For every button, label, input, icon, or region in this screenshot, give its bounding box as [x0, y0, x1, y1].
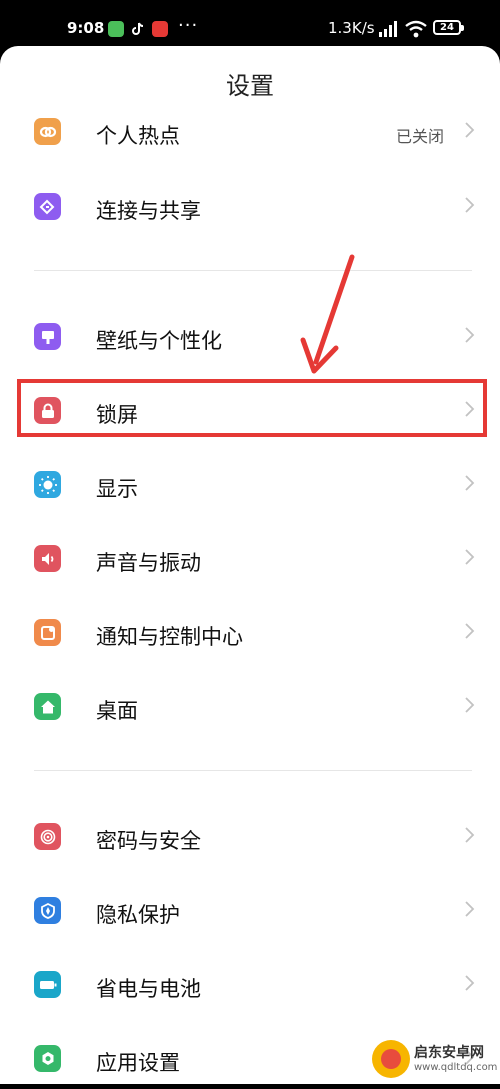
settings-item-display[interactable]: 显示	[0, 455, 500, 515]
settings-item-label: 声音与振动	[96, 551, 201, 575]
chevron-right-icon	[465, 623, 475, 639]
settings-item-label: 个人热点	[96, 124, 180, 148]
settings-item-label: 密码与安全	[96, 829, 201, 853]
wifi-icon	[405, 20, 427, 38]
chevron-right-icon	[465, 549, 475, 565]
settings-item-password-security[interactable]: 密码与安全	[0, 807, 500, 867]
watermark-text: 启东安卓网	[414, 1045, 484, 1061]
chevron-right-icon	[465, 697, 475, 713]
connection-share-icon	[34, 193, 61, 220]
network-speed: 1.3K/s	[328, 19, 375, 37]
chevron-right-icon	[465, 901, 475, 917]
more-notifications-icon: ···	[178, 15, 199, 36]
brightness-icon	[34, 471, 61, 498]
settings-item-desktop[interactable]: 桌面	[0, 677, 500, 737]
chevron-right-icon	[465, 827, 475, 843]
gear-icon	[34, 1045, 61, 1072]
settings-item-sound[interactable]: 声音与振动	[0, 529, 500, 589]
settings-item-wallpaper[interactable]: 壁纸与个性化	[0, 307, 500, 367]
notification-icon	[34, 619, 61, 646]
settings-item-label: 连接与共享	[96, 199, 201, 223]
status-bar: 9:08 ··· 1.3K/s 24	[0, 0, 500, 46]
settings-item-connection-share[interactable]: 连接与共享	[0, 177, 500, 237]
chevron-right-icon	[465, 327, 475, 343]
group-divider	[34, 770, 472, 771]
settings-item-label: 壁纸与个性化	[96, 329, 222, 353]
speaker-icon	[34, 545, 61, 572]
chevron-right-icon	[465, 475, 475, 491]
toutiao-app-icon	[152, 21, 168, 37]
watermark-logo-icon	[372, 1040, 410, 1078]
fingerprint-icon	[34, 823, 61, 850]
battery-icon	[34, 971, 61, 998]
settings-sheet: 设置 个人热点 已关闭 连接与共享 壁纸与个性化 锁屏 显示 声音与振动 通知与…	[0, 46, 500, 1084]
hotspot-status: 已关闭	[395, 127, 444, 146]
privacy-icon	[34, 897, 61, 924]
settings-item-label: 省电与电池	[96, 977, 201, 1001]
home-icon	[34, 693, 61, 720]
settings-item-label: 隐私保护	[96, 903, 180, 927]
chevron-right-icon	[465, 975, 475, 991]
status-time: 9:08	[67, 19, 105, 37]
watermark-logo: 启东安卓网 www.qdltdq.com	[372, 1040, 498, 1082]
tiktok-app-icon	[130, 21, 146, 37]
signal-icon	[379, 21, 397, 37]
settings-item-hotspot[interactable]: 个人热点 已关闭	[0, 102, 500, 162]
settings-item-battery[interactable]: 省电与电池	[0, 955, 500, 1015]
lock-screen-highlight-box	[17, 379, 487, 437]
page-title: 设置	[226, 72, 274, 100]
hotspot-icon	[34, 118, 61, 145]
group-divider	[34, 270, 472, 271]
battery-indicator: 24	[433, 20, 464, 35]
chevron-right-icon	[465, 122, 475, 138]
settings-item-label: 通知与控制中心	[96, 625, 243, 649]
wechat-app-icon	[108, 21, 124, 37]
settings-item-label: 应用设置	[96, 1051, 180, 1075]
settings-item-privacy[interactable]: 隐私保护	[0, 881, 500, 941]
settings-item-label: 桌面	[96, 699, 138, 723]
chevron-right-icon	[465, 197, 475, 213]
settings-item-label: 显示	[96, 477, 138, 501]
wallpaper-icon	[34, 323, 61, 350]
watermark-url: www.qdltdq.com	[414, 1062, 498, 1073]
settings-item-notifications[interactable]: 通知与控制中心	[0, 603, 500, 663]
